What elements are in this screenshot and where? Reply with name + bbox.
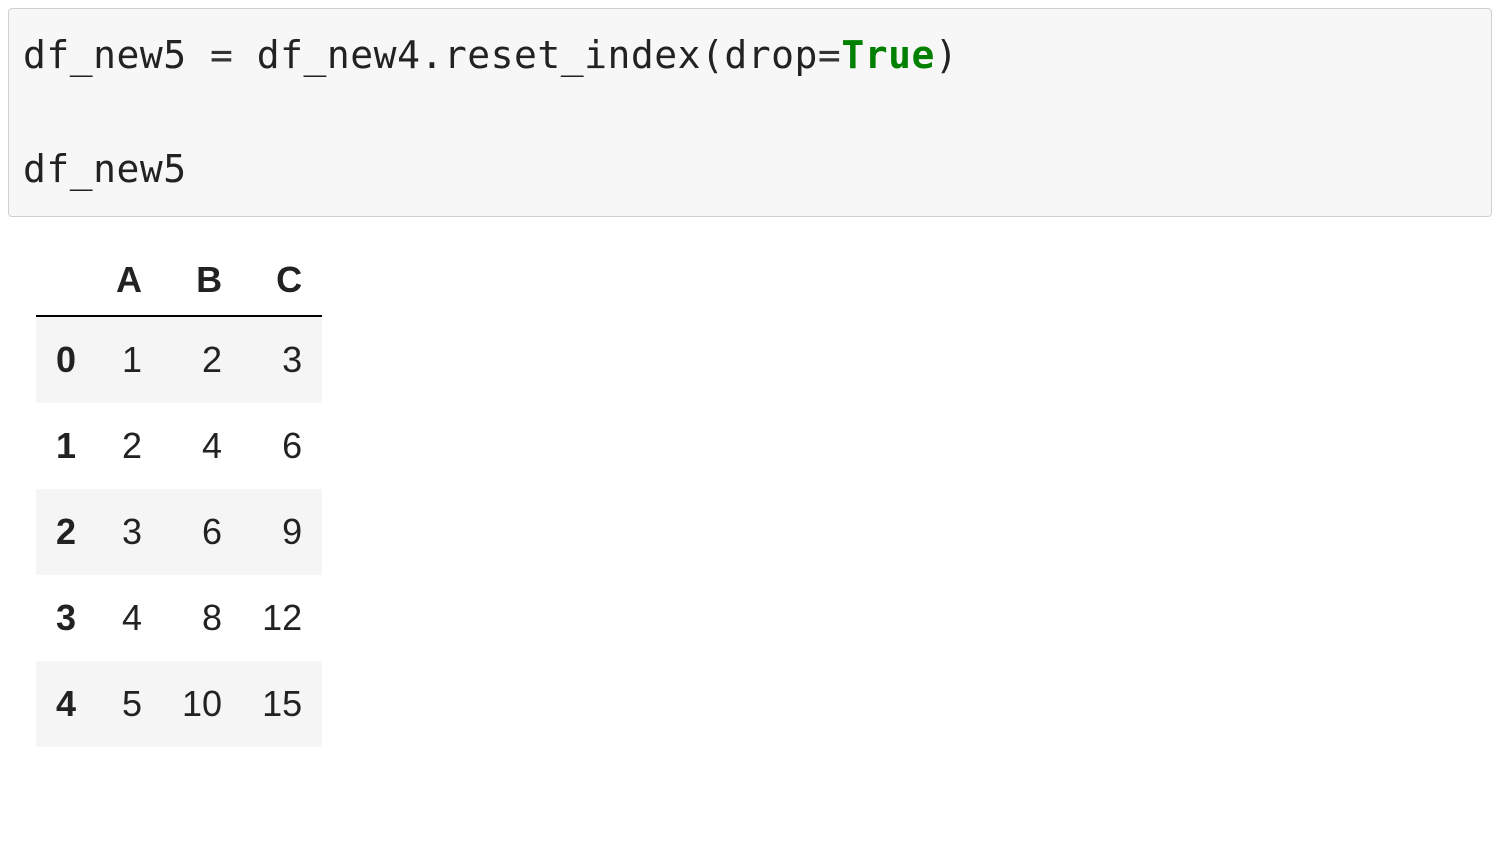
code-paren-open: ( [701,33,724,77]
code-assign: = [187,33,257,77]
table-row: 2 3 6 9 [36,489,322,575]
cell: 12 [242,575,322,661]
cell: 8 [162,575,242,661]
code-input-cell[interactable]: df_new5 = df_new4.reset_index(drop=True)… [8,8,1492,217]
cell: 5 [96,661,162,747]
row-index: 3 [36,575,96,661]
cell: 1 [96,316,162,403]
code-var-rhs: df_new4 [257,33,421,77]
table-row: 1 2 4 6 [36,403,322,489]
cell: 3 [96,489,162,575]
cell: 15 [242,661,322,747]
cell: 4 [96,575,162,661]
cell: 2 [96,403,162,489]
row-index: 0 [36,316,96,403]
cell: 3 [242,316,322,403]
cell: 10 [162,661,242,747]
table-row: 4 5 10 15 [36,661,322,747]
col-header: C [242,245,322,316]
code-kwarg-name: drop [724,33,818,77]
code-paren-close: ) [935,33,958,77]
row-index: 4 [36,661,96,747]
code-dot: . [420,33,443,77]
col-header: A [96,245,162,316]
row-index: 2 [36,489,96,575]
table-row: 0 1 2 3 [36,316,322,403]
index-corner [36,245,96,316]
cell: 6 [162,489,242,575]
code-kwarg-val: True [841,33,935,77]
code-line2: df_new5 [23,147,187,191]
code-var: df_new5 [23,33,187,77]
cell: 6 [242,403,322,489]
output-area: A B C 0 1 2 3 1 2 4 6 2 3 6 9 [0,217,1500,747]
row-index: 1 [36,403,96,489]
cell: 4 [162,403,242,489]
cell: 2 [162,316,242,403]
cell: 9 [242,489,322,575]
code-kwarg-eq: = [818,33,841,77]
table-row: 3 4 8 12 [36,575,322,661]
col-header: B [162,245,242,316]
dataframe-table: A B C 0 1 2 3 1 2 4 6 2 3 6 9 [36,245,322,747]
code-method: reset_index [444,33,701,77]
table-header-row: A B C [36,245,322,316]
